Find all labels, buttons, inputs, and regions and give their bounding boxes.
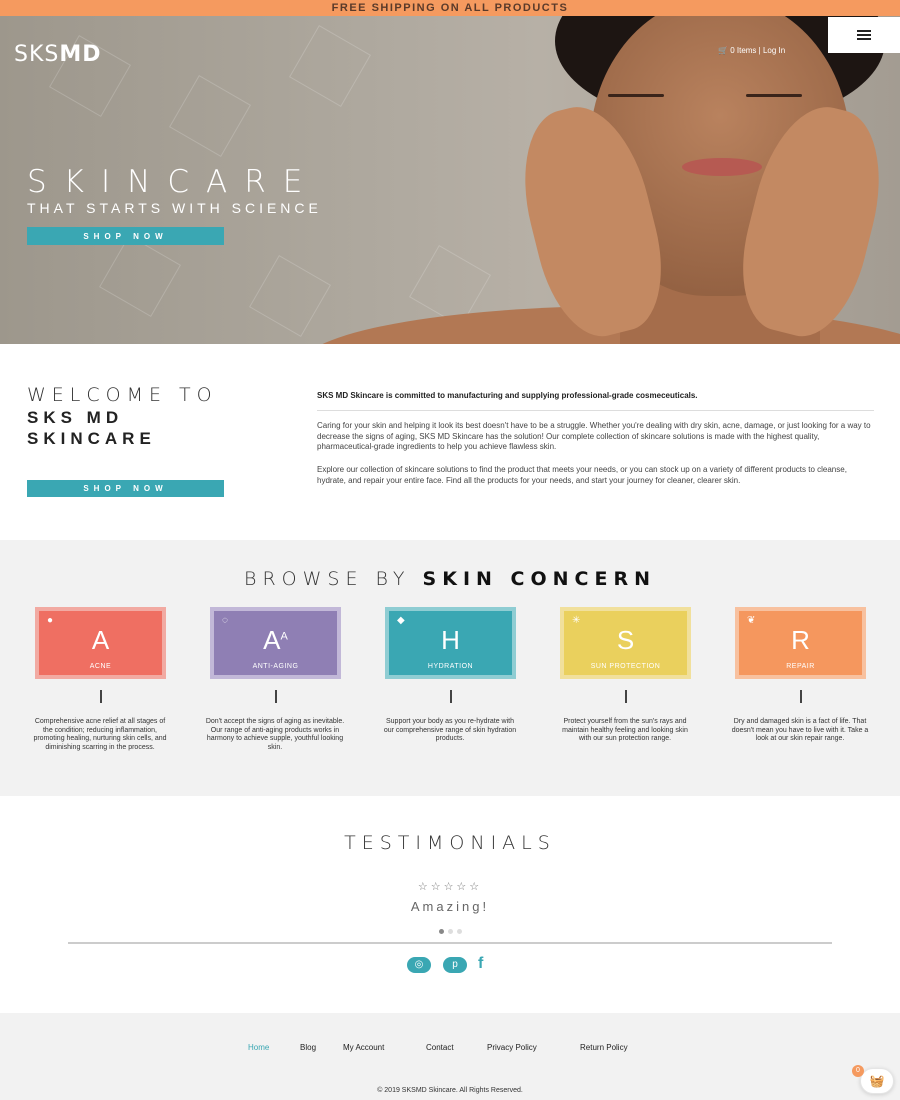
hamburger-icon <box>857 30 871 32</box>
cart-text: 0 Items | Log In <box>730 46 786 55</box>
cart-icon: 🛒 <box>718 46 728 55</box>
concern-card-hydration[interactable]: ◆ H HYDRATION <box>385 607 516 679</box>
cart-count-badge: 0 <box>852 1065 864 1077</box>
model-eye <box>608 94 664 97</box>
concern-letter: AA <box>214 625 337 656</box>
site-logo[interactable]: SKSMD <box>14 42 102 67</box>
concern-card-sun-protection[interactable]: ✳ S SUN PROTECTION <box>560 607 691 679</box>
hamburger-menu-button[interactable] <box>828 17 900 53</box>
concern-divider <box>100 690 102 703</box>
concern-letter-main: A <box>263 625 281 655</box>
pinterest-icon[interactable]: p <box>443 957 467 973</box>
model-lips <box>682 158 762 176</box>
welcome-heading-line: SKS MD <box>27 408 124 427</box>
hex-pattern <box>99 235 181 317</box>
footer-link-blog[interactable]: Blog <box>300 1043 316 1052</box>
footer-link-contact[interactable]: Contact <box>426 1043 454 1052</box>
floating-cart-button[interactable]: 🧺 <box>860 1068 894 1094</box>
hero-banner: SKSMD 🛒 0 Items | Log In SKINCARE THAT S… <box>0 16 900 344</box>
promo-text: FREE SHIPPING ON ALL PRODUCTS <box>331 2 569 14</box>
concern-letter: H <box>441 625 460 655</box>
welcome-heading-light: WELCOME TO <box>27 384 218 406</box>
intro-divider <box>317 410 874 411</box>
concern-letter: R <box>791 625 810 655</box>
copyright: © 2019 SKSMD Skincare. All Rights Reserv… <box>377 1087 523 1094</box>
concern-letter: S <box>616 625 635 655</box>
hamburger-icon <box>857 38 871 40</box>
intro-paragraph: Explore our collection of skincare solut… <box>317 465 847 485</box>
section-divider <box>68 942 832 944</box>
footer-link-my-account[interactable]: My Account <box>343 1043 384 1052</box>
concern-divider <box>625 690 627 703</box>
concern-card-anti-aging[interactable]: ◌ AA ANTI-AGING <box>210 607 341 679</box>
hero-shop-now-button[interactable]: SHOP NOW <box>27 227 224 245</box>
welcome-heading-bold: SKS MD SKINCARE <box>27 407 156 449</box>
rating-stars: ☆☆☆☆☆ <box>417 881 483 893</box>
carousel-dot[interactable] <box>456 929 462 934</box>
carousel-dots <box>0 921 900 939</box>
logo-bold: MD <box>59 42 102 67</box>
hamburger-icon <box>857 34 871 36</box>
concern-description: Support your body as you re-hydrate with… <box>383 718 517 742</box>
hex-pattern <box>249 255 331 337</box>
title-light: BROWSE BY <box>244 568 411 590</box>
hero-subtitle: THAT STARTS WITH SCIENCE <box>27 200 322 216</box>
concern-label: REPAIR <box>786 663 815 670</box>
intro-lead: SKS MD Skincare is committed to manufact… <box>317 391 698 400</box>
intro-paragraph: Caring for your skin and helping it look… <box>317 421 871 451</box>
instagram-icon[interactable]: ◎ <box>407 957 431 973</box>
model-eye <box>746 94 802 97</box>
concern-description: Don't accept the signs of aging as inevi… <box>205 718 345 751</box>
concern-card-acne[interactable]: ● A ACNE <box>35 607 166 679</box>
promo-bar: FREE SHIPPING ON ALL PRODUCTS <box>0 0 900 16</box>
concern-letter-sup: A <box>280 630 288 643</box>
concern-description: Dry and damaged skin is a fact of life. … <box>731 718 869 742</box>
concern-label: ACNE <box>89 663 112 670</box>
hero-title: SKINCARE <box>27 164 320 200</box>
skin-concern-title: BROWSE BY SKIN CONCERN <box>0 568 900 590</box>
carousel-dot[interactable] <box>438 929 444 934</box>
footer-link-return-policy[interactable]: Return Policy <box>580 1043 628 1052</box>
concern-label: ANTI-AGING <box>252 663 299 670</box>
welcome-heading-line: SKINCARE <box>27 429 156 448</box>
concern-label: HYDRATION <box>427 663 474 670</box>
basket-icon: 🧺 <box>869 1074 885 1088</box>
concern-description: Comprehensive acne relief at all stages … <box>33 718 167 751</box>
footer-link-home[interactable]: Home <box>248 1043 269 1052</box>
facebook-icon[interactable]: f <box>478 955 483 973</box>
concern-card-repair[interactable]: ❦ R REPAIR <box>735 607 866 679</box>
testimonials-title: TESTIMONIALS <box>344 832 556 854</box>
cart-login-link[interactable]: 🛒 0 Items | Log In <box>718 46 785 55</box>
welcome-shop-now-button[interactable]: SHOP NOW <box>27 480 224 497</box>
footer-link-privacy-policy[interactable]: Privacy Policy <box>487 1043 537 1052</box>
concern-description: Protect yourself from the sun's rays and… <box>562 718 688 742</box>
concern-divider <box>800 690 802 703</box>
hex-pattern <box>289 25 371 107</box>
title-bold: SKIN CONCERN <box>422 568 656 590</box>
concern-label: SUN PROTECTION <box>590 663 661 670</box>
carousel-dot[interactable] <box>447 929 453 934</box>
concern-divider <box>450 690 452 703</box>
concern-letter: A <box>91 625 110 655</box>
hex-pattern <box>169 75 251 157</box>
testimonial-quote: Amazing! <box>410 899 490 914</box>
logo-light: SKS <box>14 42 60 67</box>
concern-divider <box>275 690 277 703</box>
